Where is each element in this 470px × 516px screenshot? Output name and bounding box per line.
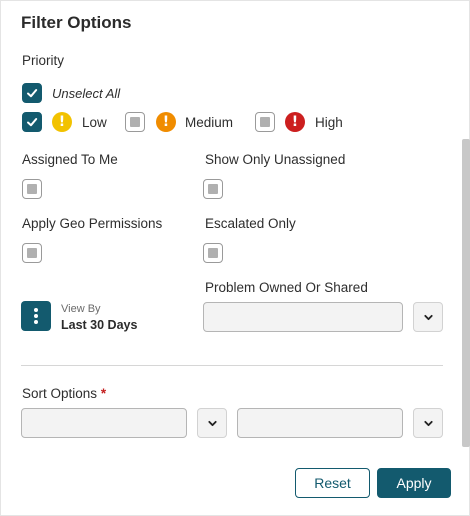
priority-medium-label: Medium — [185, 115, 234, 130]
escalated-only-checkbox[interactable] — [203, 243, 223, 263]
sort-field-select[interactable] — [21, 408, 187, 438]
required-asterisk: * — [100, 386, 107, 401]
checkbox-indeterminate-fill — [208, 184, 218, 194]
section-divider — [21, 365, 443, 366]
reset-button[interactable]: Reset — [295, 468, 370, 498]
assigned-to-me-label: Assigned To Me — [22, 152, 118, 167]
priority-heading: Priority — [22, 53, 65, 68]
low-priority-icon: ! — [52, 112, 72, 132]
view-by-value: Last 30 Days — [61, 318, 138, 332]
checkbox-indeterminate-fill — [27, 184, 37, 194]
panel-title: Filter Options — [21, 13, 132, 32]
assigned-to-me-checkbox[interactable] — [22, 179, 42, 199]
medium-priority-icon: ! — [156, 112, 176, 132]
chevron-down-icon — [207, 420, 217, 426]
chevron-down-icon — [423, 314, 433, 320]
priority-low-label: Low — [82, 115, 107, 130]
problem-owned-select[interactable] — [203, 302, 403, 332]
problem-owned-dropdown-button[interactable] — [413, 302, 443, 332]
sort-order-select[interactable] — [237, 408, 403, 438]
priority-high-checkbox[interactable] — [255, 112, 275, 132]
priority-high-label: High — [315, 115, 343, 130]
check-icon — [27, 89, 38, 98]
priority-medium-checkbox[interactable] — [125, 112, 145, 132]
apply-button[interactable]: Apply — [377, 468, 451, 498]
high-priority-icon: ! — [285, 112, 305, 132]
check-icon — [27, 118, 38, 127]
apply-geo-permissions-checkbox[interactable] — [22, 243, 42, 263]
problem-owned-label: Problem Owned Or Shared — [205, 280, 368, 295]
view-by-menu-button[interactable] — [21, 301, 51, 331]
filter-options-panel: Filter Options Priority Unselect All ! L… — [0, 0, 470, 516]
chevron-down-icon — [423, 420, 433, 426]
checkbox-indeterminate-fill — [130, 117, 140, 127]
sort-options-text: Sort Options — [22, 386, 98, 401]
sort-order-dropdown-button[interactable] — [413, 408, 443, 438]
sort-field-dropdown-button[interactable] — [197, 408, 227, 438]
checkbox-indeterminate-fill — [208, 248, 218, 258]
unselect-all-checkbox[interactable] — [22, 83, 42, 103]
checkbox-indeterminate-fill — [260, 117, 270, 127]
priority-low-checkbox[interactable] — [22, 112, 42, 132]
apply-geo-permissions-label: Apply Geo Permissions — [22, 216, 163, 231]
sort-options-label: Sort Options * — [22, 386, 106, 401]
scrollbar-thumb[interactable] — [462, 139, 470, 447]
checkbox-indeterminate-fill — [27, 248, 37, 258]
show-only-unassigned-checkbox[interactable] — [203, 179, 223, 199]
view-by-label: View By — [61, 303, 101, 315]
unselect-all-label: Unselect All — [52, 86, 121, 101]
show-only-unassigned-label: Show Only Unassigned — [205, 152, 346, 167]
escalated-only-label: Escalated Only — [205, 216, 296, 231]
more-vertical-icon — [34, 308, 38, 324]
